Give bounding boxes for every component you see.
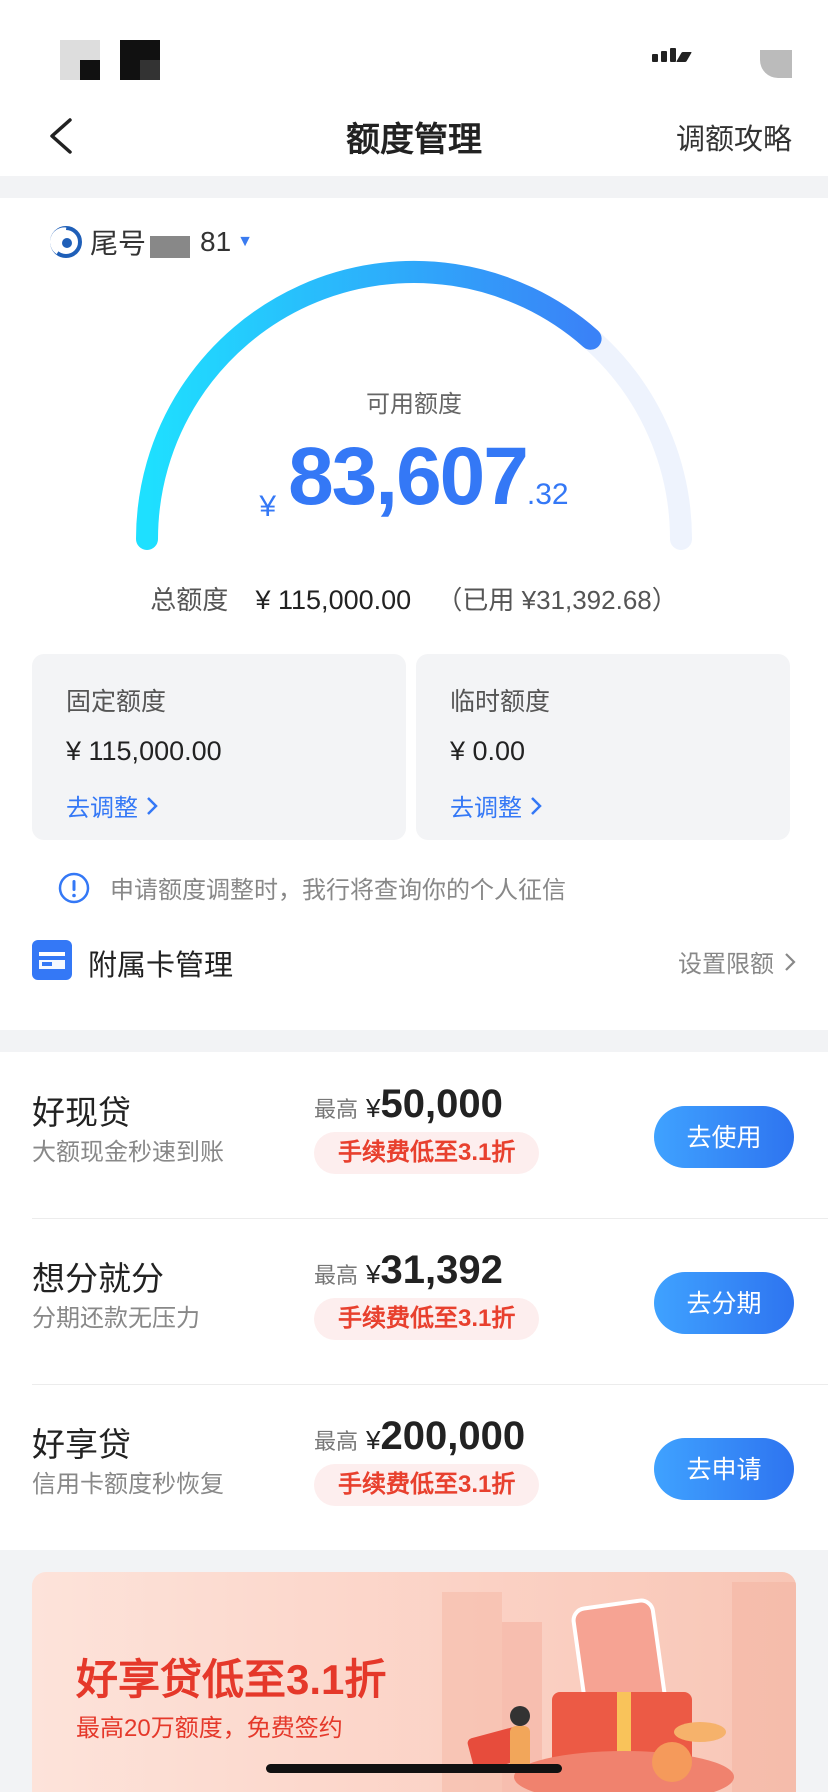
fee-tag: 手续费低至3.1折 — [314, 1132, 540, 1174]
product-max: 最高 ¥ 200,000 — [314, 1414, 525, 1459]
fee-tag: 手续费低至3.1折 — [314, 1298, 540, 1340]
banner-subtitle: 最高20万额度，免费签约 — [76, 1715, 343, 1742]
credit-check-notice: 申请额度调整时，我行将查询你的个人征信 — [58, 870, 566, 905]
fee-tag: 手续费低至3.1折 — [314, 1464, 540, 1506]
temporary-credit-value: ¥ 0.00 — [450, 736, 526, 766]
product-row: 好享贷 信用卡额度秒恢复 最高 ¥ 200,000 手续费低至3.1折 去申请 — [0, 1384, 828, 1550]
masked-digits — [150, 236, 191, 258]
set-limit-label: 设置限额 — [678, 951, 774, 978]
info-icon — [58, 872, 90, 903]
max-currency: ¥ — [366, 1425, 381, 1455]
account-suffix: 81 — [200, 226, 232, 257]
max-value: 200,000 — [380, 1414, 526, 1458]
max-value: 31,392 — [380, 1248, 503, 1292]
product-desc: 大额现金秒速到账 — [32, 1139, 224, 1166]
supplementary-card-title: 附属卡管理 — [88, 950, 234, 982]
chevron-right-icon — [147, 796, 158, 815]
product-name: 好现贷 — [32, 1094, 131, 1131]
adjust-guide-link[interactable]: 调额攻略 — [676, 116, 792, 158]
account-prefix: 尾号 — [90, 228, 147, 259]
available-decimal: .32 — [526, 478, 569, 511]
total-label: 总额度 — [150, 585, 229, 615]
nav-bar: 额度管理 调额攻略 — [0, 100, 828, 176]
available-label: 可用额度 — [366, 391, 462, 418]
total-credit-line: 总额度 ¥ 115,000.00 （已用 ¥31,392.68） — [0, 580, 828, 617]
installment-button[interactable]: 去分期 — [654, 1272, 794, 1334]
currency-symbol: ¥ — [259, 490, 277, 523]
product-max: 最高 ¥ 31,392 — [314, 1248, 503, 1293]
status-icon-left-2 — [120, 40, 160, 80]
supplementary-card-row[interactable]: 附属卡管理 设置限额 — [32, 940, 796, 984]
credit-overview-card: 尾号 81 ▼ 可用额度 ¥83,607.32 总额度 ¥ 115,000.00… — [0, 198, 828, 1030]
max-value: 50,000 — [380, 1082, 503, 1126]
total-value: ¥ 115,000.00 — [255, 585, 412, 615]
apply-button[interactable]: 去申请 — [654, 1438, 794, 1500]
use-button[interactable]: 去使用 — [654, 1106, 794, 1168]
product-max: 最高 ¥ 50,000 — [314, 1082, 503, 1127]
fixed-credit-card: 固定额度 ¥ 115,000.00 去调整 — [32, 654, 406, 840]
available-amount: ¥83,607.32 — [0, 430, 828, 524]
product-row: 好现贷 大额现金秒速到账 最高 ¥ 50,000 手续费低至3.1折 去使用 — [0, 1052, 828, 1218]
product-name: 好享贷 — [32, 1426, 131, 1463]
bank-logo-icon — [50, 226, 82, 258]
temporary-adjust-label: 去调整 — [450, 795, 522, 822]
fixed-adjust-link[interactable]: 去调整 — [66, 788, 158, 823]
battery-icon — [760, 50, 792, 78]
home-indicator — [266, 1764, 562, 1773]
product-name: 想分就分 — [32, 1260, 164, 1297]
status-icon-left — [60, 40, 100, 80]
promo-banner[interactable]: 好享贷低至3.1折 最高20万额度，免费签约 — [32, 1572, 796, 1792]
account-selector[interactable]: 尾号 81 ▼ — [50, 222, 253, 262]
temporary-credit-card: 临时额度 ¥ 0.00 去调整 — [416, 654, 790, 840]
card-icon — [32, 940, 72, 980]
available-integer: 83,607 — [288, 431, 529, 522]
product-row: 想分就分 分期还款无压力 最高 ¥ 31,392 手续费低至3.1折 去分期 — [0, 1218, 828, 1384]
set-limit-link[interactable]: 设置限额 — [678, 944, 796, 979]
fixed-credit-value: ¥ 115,000.00 — [66, 736, 222, 766]
chevron-right-icon — [531, 796, 542, 815]
loan-products: 好现贷 大额现金秒速到账 最高 ¥ 50,000 手续费低至3.1折 去使用 想… — [0, 1052, 828, 1550]
max-currency: ¥ — [366, 1259, 381, 1289]
max-label: 最高 — [314, 1263, 359, 1288]
max-currency: ¥ — [366, 1093, 381, 1123]
used-amount: （已用 ¥31,392.68） — [436, 585, 678, 615]
temporary-adjust-link[interactable]: 去调整 — [450, 788, 542, 823]
fixed-adjust-label: 去调整 — [66, 795, 138, 822]
notice-text: 申请额度调整时，我行将查询你的个人征信 — [110, 877, 566, 904]
max-label: 最高 — [314, 1429, 359, 1454]
temporary-credit-title: 临时额度 — [450, 688, 551, 716]
product-desc: 分期还款无压力 — [32, 1305, 200, 1332]
status-bar — [0, 0, 828, 100]
chevron-right-icon — [785, 952, 796, 971]
caret-down-icon: ▼ — [237, 233, 254, 250]
signal-icon — [652, 48, 692, 62]
fixed-credit-title: 固定额度 — [66, 688, 167, 716]
banner-title: 好享贷低至3.1折 — [76, 1656, 387, 1703]
max-label: 最高 — [314, 1097, 359, 1122]
product-desc: 信用卡额度秒恢复 — [32, 1471, 224, 1498]
